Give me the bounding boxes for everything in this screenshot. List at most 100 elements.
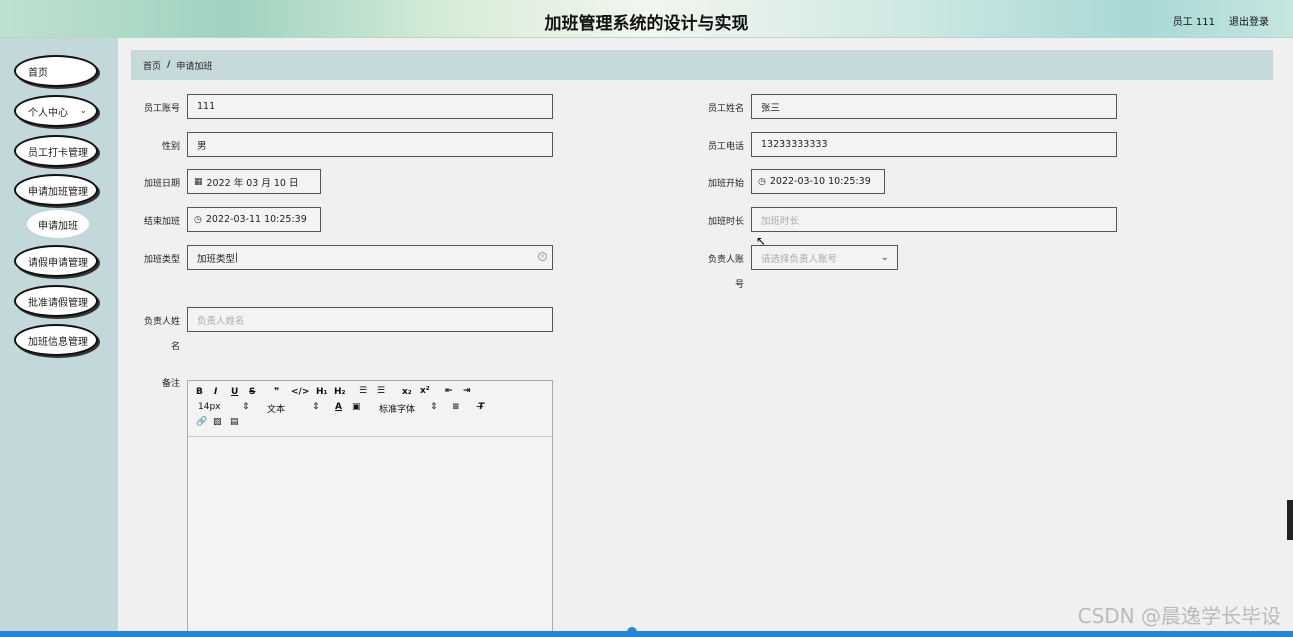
subscript-icon[interactable]: x₂ — [402, 387, 412, 397]
chevron-down-icon: ⌄ — [79, 106, 87, 116]
breadcrumb-current: 申请加班 — [176, 61, 213, 72]
sidebar-item-overtime-info[interactable]: 加班信息管理 — [14, 324, 98, 356]
italic-icon[interactable]: I — [214, 387, 217, 397]
video-progress-bar[interactable] — [0, 627, 1293, 637]
sidebar-item-label: 加班信息管理 — [28, 336, 88, 348]
account-label: 员工账号 — [143, 104, 180, 114]
calendar-icon: ▦ — [194, 176, 203, 187]
superscript-icon[interactable]: x² — [420, 386, 430, 396]
sidebar: 首页 个人中心 ⌄ 员工打卡管理 申请加班管理 申请加班 请假申请管理 批准请假管… — [0, 38, 118, 637]
date-value: 2022 年 03 月 10 日 — [206, 177, 299, 189]
select-arrow-icon: ⇕ — [312, 402, 320, 412]
sidebar-subitem-apply-overtime[interactable]: 申请加班 — [27, 210, 89, 238]
sidebar-item-label: 申请加班 — [38, 220, 78, 232]
heading-1-icon[interactable]: H₁ — [316, 387, 327, 397]
font-color-icon[interactable]: A — [335, 402, 342, 412]
top-header: 加班管理系统的设计与实现 员工 111 退出登录 — [0, 0, 1293, 38]
heading-2-icon[interactable]: H₂ — [334, 387, 345, 397]
name-label: 员工姓名 — [707, 104, 744, 114]
editor-content-area[interactable] — [188, 437, 552, 636]
breadcrumb-home[interactable]: 首页 — [143, 59, 161, 72]
type-value: 加班类型 — [197, 253, 236, 265]
sidebar-item-leave-approve[interactable]: 批准请假管理 — [14, 285, 98, 317]
end-time-picker[interactable]: ◷ 2022-03-11 10:25:39 — [187, 207, 321, 232]
type-label: 加班类型 — [143, 255, 180, 265]
bold-icon[interactable]: B — [196, 387, 203, 397]
sidebar-item-leave-apply[interactable]: 请假申请管理 — [14, 245, 98, 277]
font-family-select[interactable]: 标准字体 — [379, 402, 415, 415]
background-color-icon[interactable]: ▣ — [352, 402, 361, 412]
indent-icon[interactable]: ⇥ — [463, 386, 471, 396]
type-input[interactable]: 加班类型 | × — [187, 245, 553, 270]
image-icon[interactable]: ▨ — [213, 417, 222, 427]
sidebar-item-overtime-apply-manage[interactable]: 申请加班管理 — [14, 174, 98, 206]
manager-name-label-wrap: 名 — [170, 342, 180, 352]
gender-value: 男 — [197, 140, 207, 152]
phone-field[interactable]: 13233333333 — [751, 132, 1117, 157]
align-icon[interactable]: ≡ — [452, 402, 460, 412]
block-type-select[interactable]: 文本 — [267, 402, 285, 415]
manager-account-placeholder: 请选择负责人账号 — [761, 253, 838, 265]
breadcrumb-separator: / — [167, 60, 171, 70]
phone-value: 13233333333 — [761, 139, 828, 150]
manager-name-placeholder: 负责人姓名 — [197, 315, 245, 327]
strikethrough-icon[interactable]: S — [249, 387, 255, 397]
start-label: 加班开始 — [707, 179, 744, 189]
end-value: 2022-03-11 10:25:39 — [205, 214, 307, 225]
sidebar-item-label: 批准请假管理 — [28, 297, 88, 309]
ordered-list-icon[interactable]: ☰ — [359, 386, 367, 396]
bullet-list-icon[interactable]: ☰ — [377, 386, 385, 396]
sidebar-item-clock-in[interactable]: 员工打卡管理 — [14, 135, 98, 167]
watermark: CSDN @晨逸学长毕设 — [1077, 604, 1281, 628]
font-size-select[interactable]: 14px — [198, 402, 221, 412]
sidebar-item-home[interactable]: 首页 — [14, 55, 98, 87]
chevron-down-icon: ⌄ — [880, 252, 889, 263]
start-time-picker[interactable]: ◷ 2022-03-10 10:25:39 — [751, 169, 885, 194]
code-block-icon[interactable]: </> — [291, 387, 309, 397]
remark-label: 备注 — [161, 379, 180, 389]
name-field[interactable]: 张三 — [751, 94, 1117, 119]
manager-account-select[interactable]: 请选择负责人账号 ⌄ — [751, 245, 898, 270]
start-value: 2022-03-10 10:25:39 — [769, 176, 871, 187]
manager-account-label-wrap: 号 — [734, 280, 744, 290]
name-value: 张三 — [761, 102, 781, 114]
date-label: 加班日期 — [143, 179, 180, 189]
gender-label: 性别 — [161, 142, 180, 152]
sidebar-item-label: 首页 — [28, 67, 48, 79]
sidebar-item-label: 个人中心 — [28, 107, 68, 119]
clear-icon[interactable]: × — [538, 252, 547, 261]
account-field[interactable]: 111 — [187, 94, 553, 119]
editor-toolbar: B I U S ❞ </> H₁ H₂ ☰ ☰ x₂ x² ⇤ ⇥ 14px ⇕… — [188, 381, 552, 437]
gender-field[interactable]: 男 — [187, 132, 553, 157]
link-icon[interactable]: 🔗 — [196, 417, 207, 427]
manager-account-label: 负责人账 — [707, 255, 744, 265]
duration-input[interactable]: 加班时长 — [751, 207, 1117, 232]
clock-icon: ◷ — [758, 176, 766, 187]
sidebar-item-label: 申请加班管理 — [28, 186, 88, 198]
app-title: 加班管理系统的设计与实现 — [544, 14, 749, 34]
underline-icon[interactable]: U — [231, 387, 238, 397]
end-label: 结束加班 — [143, 217, 180, 227]
text-caret: | — [235, 252, 239, 263]
manager-name-label: 负责人姓 — [143, 317, 180, 327]
blockquote-icon[interactable]: ❞ — [274, 387, 279, 397]
logout-link[interactable]: 退出登录 — [1229, 13, 1269, 28]
current-user: 员工 111 — [1172, 17, 1215, 28]
clear-format-icon[interactable]: T̶ — [478, 402, 484, 412]
clock-icon: ◷ — [194, 214, 202, 225]
breadcrumb: 首页 / 申请加班 — [131, 50, 1273, 80]
rich-text-editor[interactable]: B I U S ❞ </> H₁ H₂ ☰ ☰ x₂ x² ⇤ ⇥ 14px ⇕… — [187, 380, 553, 637]
manager-name-input[interactable]: 负责人姓名 — [187, 307, 553, 332]
sidebar-item-personal-center[interactable]: 个人中心 ⌄ — [14, 95, 98, 127]
select-arrow-icon: ⇕ — [242, 402, 250, 412]
sidebar-item-label: 员工打卡管理 — [28, 147, 88, 159]
date-picker[interactable]: ▦ 2022 年 03 月 10 日 — [187, 169, 321, 194]
progress-handle[interactable] — [627, 627, 637, 637]
account-value: 111 — [197, 101, 216, 112]
outdent-icon[interactable]: ⇤ — [445, 386, 453, 396]
duration-placeholder: 加班时长 — [761, 215, 800, 227]
mouse-cursor-icon: ↖ — [756, 234, 767, 248]
main-content: 首页 / 申请加班 员工账号 111 员工姓名 张三 性别 男 员工电话 132… — [124, 38, 1285, 637]
video-icon[interactable]: ▤ — [230, 417, 239, 427]
page-scrollbar[interactable] — [1287, 500, 1293, 540]
